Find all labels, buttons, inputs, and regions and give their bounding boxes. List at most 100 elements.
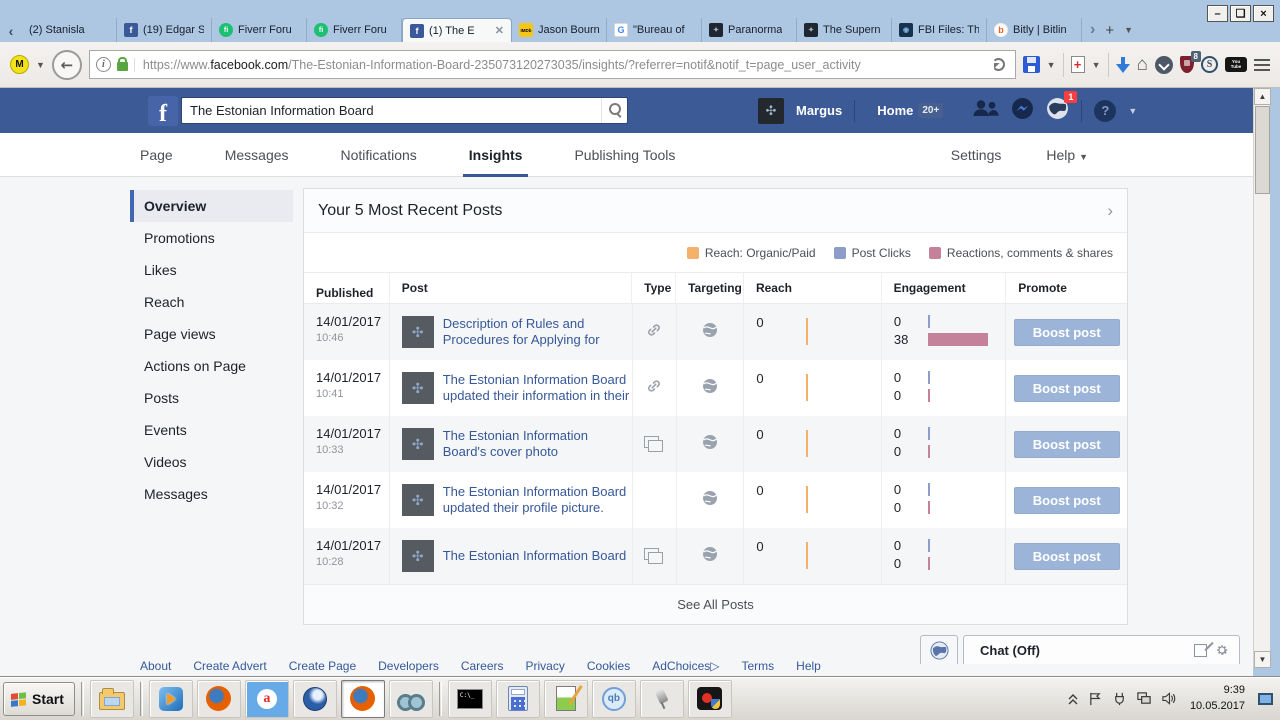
sidebar-item-posts[interactable]: Posts: [130, 382, 293, 414]
flag-icon[interactable]: [1088, 691, 1103, 706]
back-icon[interactable]: ←: [52, 50, 82, 80]
expand-chevron-icon[interactable]: [1067, 692, 1079, 706]
calculator-icon[interactable]: [496, 680, 540, 718]
home-icon[interactable]: ⌂: [1137, 55, 1148, 74]
sidebar-item-events[interactable]: Events: [130, 414, 293, 446]
microphone-icon[interactable]: [640, 680, 684, 718]
footer-link-cookies[interactable]: Cookies: [587, 659, 630, 673]
post-thumbnail[interactable]: [402, 372, 434, 404]
footer-link-careers[interactable]: Careers: [461, 659, 504, 673]
sidebar-item-actions-on-page[interactable]: Actions on Page: [130, 350, 293, 382]
messenger-icon[interactable]: [1011, 97, 1034, 125]
boost-post-button[interactable]: Boost post: [1014, 319, 1120, 346]
media-player-icon[interactable]: [149, 680, 193, 718]
sidebar-item-messages[interactable]: Messages: [130, 478, 293, 510]
tab-scroll-left-icon[interactable]: ‹: [0, 20, 22, 42]
browser-tab[interactable]: Fiverr Foru: [307, 18, 402, 42]
sidebar-item-likes[interactable]: Likes: [130, 254, 293, 286]
boost-post-button[interactable]: Boost post: [1014, 487, 1120, 514]
browser-tab[interactable]: Paranorma: [702, 18, 797, 42]
minimize-icon[interactable]: –: [1207, 5, 1228, 22]
facebook-logo-icon[interactable]: [148, 96, 178, 126]
browser-scrollbar[interactable]: ▲ ▼: [1253, 88, 1270, 668]
notepad-icon[interactable]: [544, 680, 588, 718]
browser-tab[interactable]: Bitly | Bitlin: [987, 18, 1082, 42]
boost-post-button[interactable]: Boost post: [1014, 431, 1120, 458]
post-thumbnail[interactable]: [402, 540, 434, 572]
footer-link-create-page[interactable]: Create Page: [289, 659, 356, 673]
power-plug-icon[interactable]: [1112, 691, 1127, 706]
sidebar-item-reach[interactable]: Reach: [130, 286, 293, 318]
extension-m-icon[interactable]: M: [10, 55, 29, 74]
post-link[interactable]: The Estonian Information Board: [443, 548, 632, 564]
url-bar[interactable]: i https://www.facebook.com/The-Estonian-…: [89, 50, 1016, 79]
chat-bar[interactable]: Chat (Off): [963, 635, 1240, 664]
explorer-folder-icon[interactable]: [90, 680, 134, 718]
boost-post-button[interactable]: Boost post: [1014, 375, 1120, 402]
scrollbar-thumb[interactable]: [1255, 106, 1270, 194]
footer-link-about[interactable]: About: [140, 659, 171, 673]
gear-icon[interactable]: [1215, 643, 1229, 657]
footer-link-developers[interactable]: Developers: [378, 659, 439, 673]
show-desktop-icon[interactable]: [1258, 693, 1273, 705]
cmd-icon[interactable]: [448, 680, 492, 718]
search-input[interactable]: [182, 103, 601, 118]
search-icon[interactable]: [601, 98, 627, 123]
post-thumbnail[interactable]: [402, 428, 434, 460]
footer-link-adchoices[interactable]: AdChoices▷: [652, 659, 719, 673]
youtube-icon[interactable]: [1225, 57, 1247, 72]
tab-close-icon[interactable]: ✕: [495, 24, 504, 37]
see-all-posts-link[interactable]: See All Posts: [304, 584, 1127, 624]
amigo-browser-icon[interactable]: [245, 680, 289, 718]
scroll-up-icon[interactable]: ▲: [1254, 88, 1271, 105]
menu-icon[interactable]: [1254, 59, 1270, 71]
compose-icon[interactable]: [1194, 644, 1207, 657]
maximize-icon[interactable]: ❑: [1230, 5, 1251, 22]
boost-post-button[interactable]: Boost post: [1014, 543, 1120, 570]
tab-messages[interactable]: Messages: [225, 147, 289, 163]
post-thumbnail[interactable]: [402, 484, 434, 516]
tab-list-dropdown-icon[interactable]: ▼: [1124, 25, 1133, 35]
browser-tab[interactable]: (19) Edgar S: [117, 18, 212, 42]
account-dropdown-icon[interactable]: ▼: [1128, 106, 1137, 116]
post-link[interactable]: Description of Rules and Procedures for …: [443, 316, 632, 348]
browser-tab[interactable]: Fiverr Foru: [212, 18, 307, 42]
help-icon[interactable]: ?: [1094, 100, 1116, 122]
volume-icon[interactable]: [1161, 691, 1177, 706]
sidebar-item-videos[interactable]: Videos: [130, 446, 293, 478]
home-link[interactable]: Home 20+: [877, 103, 943, 118]
browser-tab[interactable]: The Supern: [797, 18, 892, 42]
scroll-down-icon[interactable]: ▼: [1254, 651, 1271, 668]
avatar[interactable]: [758, 98, 784, 124]
browser-tab[interactable]: (2) Stanisla: [22, 18, 117, 42]
tab-scroll-right-icon[interactable]: ›: [1090, 21, 1095, 39]
reload-icon[interactable]: [992, 58, 1005, 71]
footer-link-privacy[interactable]: Privacy: [526, 659, 565, 673]
firefox-icon[interactable]: [197, 680, 241, 718]
shield-icon[interactable]: 8: [1180, 56, 1194, 73]
close-icon[interactable]: ×: [1253, 5, 1274, 22]
sidebar-item-page-views[interactable]: Page views: [130, 318, 293, 350]
footer-link-help[interactable]: Help: [796, 659, 821, 673]
tab-insights[interactable]: Insights: [469, 147, 523, 163]
save-icon[interactable]: [1023, 56, 1040, 73]
tab-publishing-tools[interactable]: Publishing Tools: [574, 147, 675, 163]
card-header[interactable]: Your 5 Most Recent Posts ›: [304, 189, 1127, 233]
network-icon[interactable]: [1136, 691, 1152, 706]
add-doc-icon[interactable]: [1071, 56, 1085, 73]
url-text[interactable]: https://www.facebook.com/The-Estonian-In…: [134, 58, 982, 72]
post-link[interactable]: The Estonian Information Board updated t…: [443, 484, 632, 516]
clock[interactable]: 9:39 10.05.2017: [1190, 683, 1245, 714]
recorder-icon[interactable]: [688, 680, 732, 718]
tab-notifications[interactable]: Notifications: [341, 147, 417, 163]
friend-requests-icon[interactable]: [971, 99, 999, 122]
info-icon[interactable]: i: [96, 57, 111, 72]
save-dropdown-icon[interactable]: ▼: [1047, 60, 1056, 70]
profile-link[interactable]: Margus: [796, 103, 842, 118]
chat-globe-button[interactable]: [920, 635, 958, 664]
browser-tab[interactable]: Jason Bourn: [512, 18, 607, 42]
facebook-search[interactable]: [181, 97, 628, 124]
post-link[interactable]: The Estonian Information Board updated t…: [443, 372, 632, 404]
start-button[interactable]: Start: [3, 682, 75, 716]
browser-tab-active[interactable]: (1) The E ✕: [402, 18, 512, 42]
